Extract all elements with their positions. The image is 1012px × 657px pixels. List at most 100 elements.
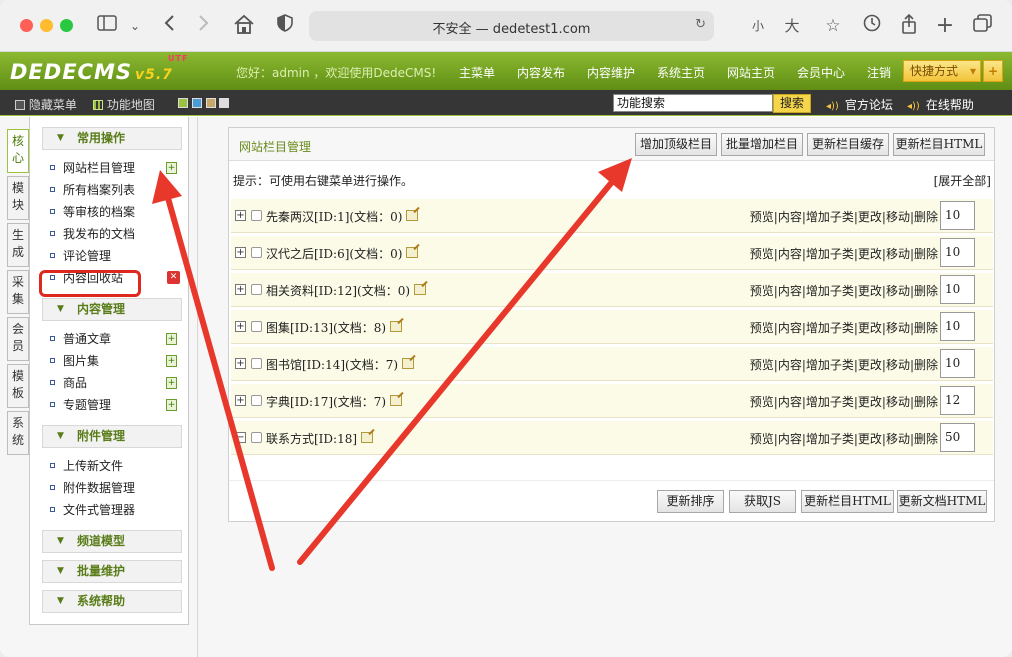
add-icon[interactable]: + xyxy=(166,355,177,367)
row-actions[interactable]: 预览|内容|增加子类|更改|移动|删除 xyxy=(750,245,938,262)
row-checkbox[interactable] xyxy=(251,358,262,369)
quick-add-button[interactable]: + xyxy=(983,60,1003,82)
sort-order-input[interactable]: 10 xyxy=(940,312,975,341)
add-icon[interactable]: + xyxy=(166,333,177,345)
menu-item-pending-archives[interactable]: 等审核的档案 xyxy=(50,203,135,221)
sort-order-input[interactable]: 10 xyxy=(940,238,975,267)
function-search-input[interactable]: 功能搜索 xyxy=(613,94,773,112)
row-actions[interactable]: 预览|内容|增加子类|更改|移动|删除 xyxy=(750,282,938,299)
row-checkbox[interactable] xyxy=(251,432,262,443)
nav-system-home[interactable]: 系统主页 xyxy=(657,64,705,81)
frame-divider[interactable] xyxy=(197,117,198,657)
menu-item-image-set[interactable]: 图片集 + xyxy=(50,352,177,370)
menu-item-site-columns[interactable]: 网站栏目管理 + xyxy=(50,159,177,177)
menu-group-help[interactable]: ▼ 系统帮助 xyxy=(42,590,182,613)
row-checkbox[interactable] xyxy=(251,395,262,406)
menu-item-article[interactable]: 普通文章 + xyxy=(50,330,177,348)
menu-item-product[interactable]: 商品 + xyxy=(50,374,177,392)
vtab-collect[interactable]: 采集 xyxy=(7,270,29,314)
menu-item-comments[interactable]: 评论管理 xyxy=(50,247,111,265)
expand-plus-icon[interactable]: − xyxy=(235,432,246,443)
vtab-generate[interactable]: 生成 xyxy=(7,223,29,267)
vtab-core[interactable]: 核心 xyxy=(7,129,29,173)
nav-main-menu[interactable]: 主菜单 xyxy=(459,64,495,81)
skin-green-icon[interactable] xyxy=(178,98,188,108)
search-button[interactable]: 搜索 xyxy=(773,94,811,113)
home-icon[interactable] xyxy=(232,14,256,38)
skin-blue-icon[interactable] xyxy=(191,98,202,108)
expand-plus-icon[interactable]: + xyxy=(235,210,246,221)
sort-order-input[interactable]: 10 xyxy=(940,349,975,378)
menu-group-content[interactable]: ▼ 内容管理 xyxy=(42,298,182,321)
add-top-column-button[interactable]: 增加顶级栏目 xyxy=(635,133,717,156)
row-checkbox[interactable] xyxy=(251,284,262,295)
expand-plus-icon[interactable]: + xyxy=(235,321,246,332)
menu-item-upload[interactable]: 上传新文件 xyxy=(50,457,123,475)
text-smaller-button[interactable]: 小 xyxy=(750,14,766,38)
add-icon[interactable]: + xyxy=(166,399,177,411)
menu-item-all-archives[interactable]: 所有档案列表 xyxy=(50,181,135,199)
edit-icon[interactable] xyxy=(361,432,374,443)
back-icon[interactable] xyxy=(160,14,178,38)
history-icon[interactable] xyxy=(861,14,883,38)
text-larger-button[interactable]: 大 xyxy=(783,14,801,38)
row-actions[interactable]: 预览|内容|增加子类|更改|移动|删除 xyxy=(750,208,938,225)
sitemap-button[interactable]: 功能地图 xyxy=(93,96,155,113)
nav-content-maintain[interactable]: 内容维护 xyxy=(587,64,635,81)
add-icon[interactable]: + xyxy=(166,162,177,174)
update-doc-html-button[interactable]: 更新文档HTML xyxy=(897,490,987,513)
vtab-module[interactable]: 模块 xyxy=(7,176,29,220)
skin-gray-icon[interactable] xyxy=(219,98,230,108)
new-tab-icon[interactable]: + xyxy=(934,14,956,38)
edit-icon[interactable] xyxy=(390,321,403,332)
privacy-shield-icon[interactable] xyxy=(275,14,295,38)
menu-item-file-manager[interactable]: 文件式管理器 xyxy=(50,501,135,519)
sort-order-input[interactable]: 10 xyxy=(940,201,975,230)
edit-icon[interactable] xyxy=(406,247,419,258)
skin-brown-icon[interactable] xyxy=(205,98,216,108)
expand-plus-icon[interactable]: + xyxy=(235,358,246,369)
close-window-button[interactable] xyxy=(20,19,33,32)
edit-icon[interactable] xyxy=(390,395,403,406)
minimize-window-button[interactable] xyxy=(40,19,53,32)
address-bar[interactable]: 不安全 — dedetest1.com ↻ xyxy=(309,11,714,41)
star-icon[interactable]: ☆ xyxy=(821,14,845,38)
expand-plus-icon[interactable]: + xyxy=(235,247,246,258)
share-icon[interactable] xyxy=(898,13,920,38)
sidebar-toggle-icon[interactable] xyxy=(96,14,118,38)
forward-icon[interactable] xyxy=(195,14,213,38)
quick-menu-dropdown[interactable]: 快捷方式 ▾ xyxy=(903,60,981,82)
menu-item-attachment-data[interactable]: 附件数据管理 xyxy=(50,479,135,497)
menu-group-channel-model[interactable]: ▼ 频道模型 xyxy=(42,530,182,553)
official-forum-link[interactable]: ◂)) 官方论坛 xyxy=(826,96,893,113)
menu-group-batch[interactable]: ▼ 批量维护 xyxy=(42,560,182,583)
row-actions[interactable]: 预览|内容|增加子类|更改|移动|删除 xyxy=(750,319,938,336)
expand-all-link[interactable]: [展开全部] xyxy=(934,172,991,189)
hide-menu-button[interactable]: 隐藏菜单 xyxy=(15,96,77,113)
add-icon[interactable]: + xyxy=(166,377,177,389)
nav-member-center[interactable]: 会员中心 xyxy=(797,64,845,81)
sort-order-input[interactable]: 50 xyxy=(940,423,975,452)
update-column-html-bottom-button[interactable]: 更新栏目HTML xyxy=(801,490,894,513)
sort-order-input[interactable]: 12 xyxy=(940,386,975,415)
menu-item-my-docs[interactable]: 我发布的文档 xyxy=(50,225,135,243)
sort-order-input[interactable]: 10 xyxy=(940,275,975,304)
edit-icon[interactable] xyxy=(402,358,415,369)
menu-item-special[interactable]: 专题管理 + xyxy=(50,396,177,414)
batch-add-column-button[interactable]: 批量增加栏目 xyxy=(721,133,803,156)
row-actions[interactable]: 预览|内容|增加子类|更改|移动|删除 xyxy=(750,393,938,410)
online-help-link[interactable]: ◂)) 在线帮助 xyxy=(907,96,974,113)
row-actions[interactable]: 预览|内容|增加子类|更改|移动|删除 xyxy=(750,430,938,447)
update-column-html-button[interactable]: 更新栏目HTML xyxy=(893,133,985,156)
chevron-down-icon[interactable]: ⌄ xyxy=(128,14,142,38)
expand-plus-icon[interactable]: + xyxy=(235,395,246,406)
row-checkbox[interactable] xyxy=(251,321,262,332)
row-actions[interactable]: 预览|内容|增加子类|更改|移动|删除 xyxy=(750,356,938,373)
row-checkbox[interactable] xyxy=(251,210,262,221)
nav-content-publish[interactable]: 内容发布 xyxy=(517,64,565,81)
menu-group-attachment[interactable]: ▼ 附件管理 xyxy=(42,425,182,448)
get-js-button[interactable]: 获取JS xyxy=(729,490,796,513)
nav-logout[interactable]: 注销 xyxy=(867,64,891,81)
nav-site-home[interactable]: 网站主页 xyxy=(727,64,775,81)
expand-plus-icon[interactable]: + xyxy=(235,284,246,295)
